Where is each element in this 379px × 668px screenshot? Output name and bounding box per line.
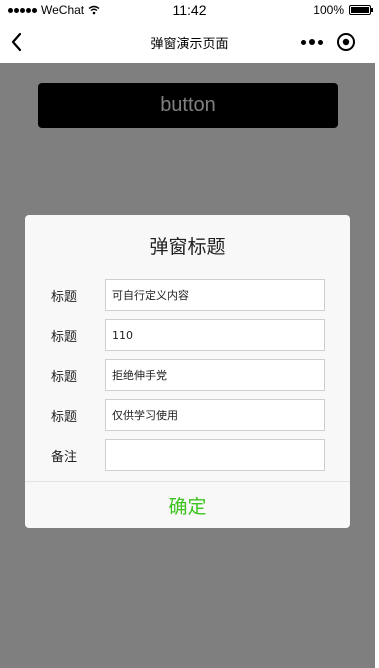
status-bar: WeChat 11:42 100% (0, 0, 379, 22)
battery-icon (349, 5, 373, 15)
remark-input[interactable] (105, 439, 325, 471)
form-row: 标题 (25, 399, 350, 431)
field-label: 标题 (51, 330, 78, 345)
field-label: 标题 (51, 290, 78, 305)
field-input-4[interactable] (105, 399, 325, 431)
remark-label: 备注 (51, 450, 78, 465)
form-row: 标题 (25, 279, 350, 311)
more-button[interactable] (293, 29, 331, 55)
field-label: 标题 (51, 410, 78, 425)
field-input-2[interactable] (105, 319, 325, 351)
nav-bar: 弹窗演示页面 (0, 22, 379, 63)
form-row: 标题 (25, 359, 350, 391)
battery-percent: 100% (313, 3, 344, 17)
status-right: 100% (313, 3, 373, 17)
modal-dialog: 弹窗标题 标题 标题 标题 标题 备注 确定 (25, 215, 350, 528)
form-row: 备注 (25, 439, 350, 471)
right-edge (375, 63, 379, 668)
field-label: 标题 (51, 370, 78, 385)
target-circle-icon (337, 33, 355, 51)
field-input-1[interactable] (105, 279, 325, 311)
confirm-button[interactable]: 确定 (25, 482, 350, 528)
capsule-menu (293, 29, 365, 55)
close-button[interactable] (331, 29, 361, 55)
battery-fill (351, 7, 369, 13)
form-row: 标题 (25, 319, 350, 351)
page-content: button 弹窗标题 标题 标题 标题 标题 备注 确定 (0, 63, 375, 668)
field-input-3[interactable] (105, 359, 325, 391)
modal-title: 弹窗标题 (149, 236, 226, 258)
more-dots-icon (301, 39, 306, 45)
